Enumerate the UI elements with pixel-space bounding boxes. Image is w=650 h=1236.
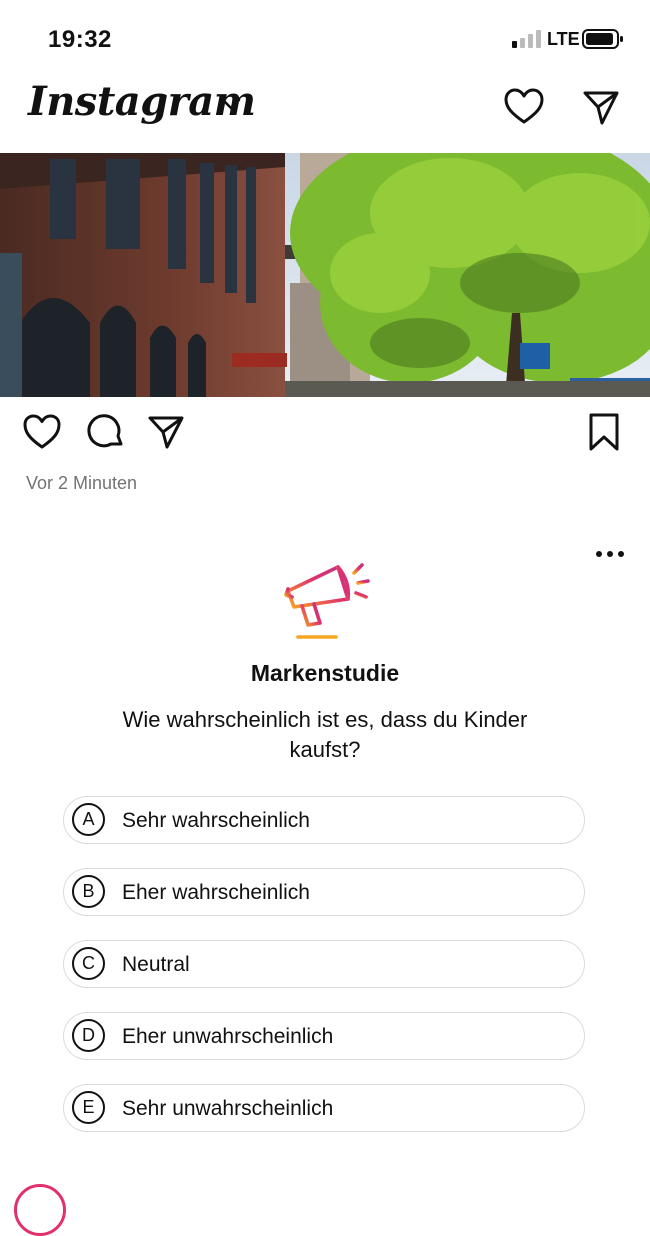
next-post-avatar[interactable] bbox=[14, 1184, 66, 1236]
option-b[interactable]: B Eher wahrscheinlich bbox=[63, 868, 585, 916]
option-label: Sehr unwahrscheinlich bbox=[122, 1097, 334, 1120]
survey-question: Wie wahrscheinlich ist es, dass du Kinde… bbox=[122, 707, 528, 762]
megaphone-icon bbox=[284, 563, 370, 639]
status-time: 19:32 bbox=[48, 26, 112, 53]
option-letter-badge: C bbox=[72, 947, 105, 980]
heart-icon[interactable] bbox=[503, 86, 545, 128]
share-icon[interactable] bbox=[146, 412, 186, 452]
comment-icon[interactable] bbox=[86, 412, 126, 452]
option-letter-badge: E bbox=[72, 1091, 105, 1124]
post-photo-brooklyn bbox=[0, 153, 650, 397]
post-actions bbox=[0, 412, 650, 458]
survey-title: Markenstudie bbox=[250, 660, 400, 686]
option-c[interactable]: C Neutral bbox=[63, 940, 585, 988]
chevron-down-icon[interactable] bbox=[220, 96, 242, 112]
option-a[interactable]: A Sehr wahrscheinlich bbox=[63, 796, 585, 844]
option-letter-badge: A bbox=[72, 803, 105, 836]
option-d[interactable]: D Eher unwahrscheinlich bbox=[63, 1012, 585, 1060]
save-bookmark-icon[interactable] bbox=[586, 412, 622, 452]
like-heart-icon[interactable] bbox=[22, 412, 62, 452]
network-label: LTE bbox=[547, 29, 580, 49]
option-label: Eher wahrscheinlich bbox=[122, 881, 310, 904]
battery-icon bbox=[582, 29, 623, 49]
post-image[interactable] bbox=[0, 153, 650, 397]
post-timestamp: Vor 2 Minuten bbox=[26, 473, 138, 493]
option-letter-badge: B bbox=[72, 875, 105, 908]
signal-icon bbox=[512, 30, 541, 48]
option-label: Neutral bbox=[122, 953, 190, 976]
option-e[interactable]: E Sehr unwahrscheinlich bbox=[63, 1084, 585, 1132]
app-header: Instagram bbox=[0, 78, 650, 152]
direct-message-icon[interactable] bbox=[580, 86, 622, 128]
option-label: Sehr wahrscheinlich bbox=[122, 809, 310, 832]
more-options-icon[interactable] bbox=[590, 543, 630, 565]
option-label: Eher unwahrscheinlich bbox=[122, 1025, 334, 1048]
option-letter-badge: D bbox=[72, 1019, 105, 1052]
status-bar: 19:32 LTE bbox=[0, 0, 650, 78]
